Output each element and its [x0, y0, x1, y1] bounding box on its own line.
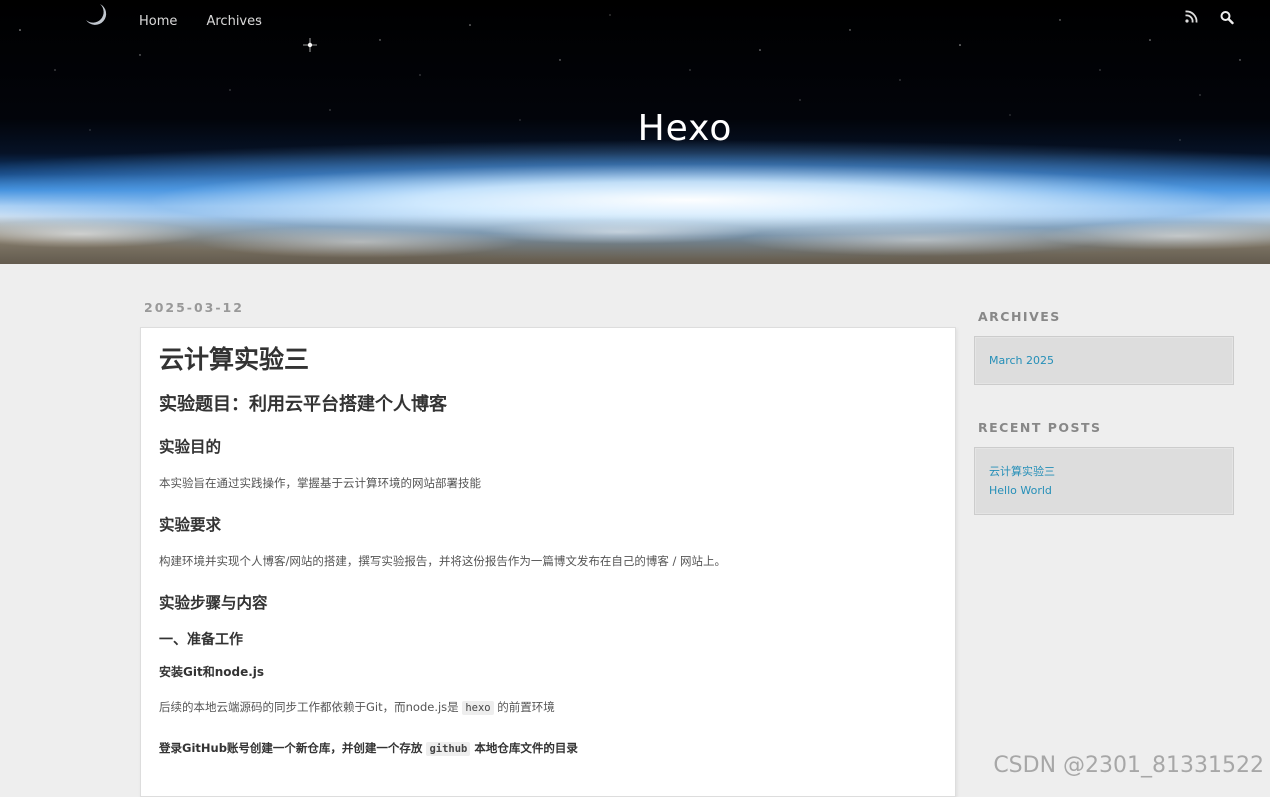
purpose-text: 本实验旨在通过实践操作，掌握基于云计算环境的网站部署技能 [159, 476, 481, 490]
rss-icon[interactable] [1184, 9, 1198, 25]
requirement-text: 构建环境并实现个人博客/网站的搭建，撰写实验报告，并将这份报告作为一篇博文发布在… [159, 554, 727, 568]
install-text-b: 的前置环境 [497, 700, 555, 714]
banner: Home Archives Hexo [0, 0, 1270, 264]
recent-posts-title: RECENT POSTS [978, 420, 1102, 435]
purpose-heading: 实验目的 [159, 438, 222, 456]
recent-posts-widget: 云计算实验三 Hello World [974, 447, 1234, 515]
recent-post-link[interactable]: Hello World [989, 481, 1219, 500]
search-icon[interactable] [1220, 9, 1234, 25]
install-heading: 安装Git和node.js [159, 665, 265, 679]
login-text-b: 本地仓库文件的目录 [474, 741, 578, 755]
cloud-layer [0, 214, 1270, 264]
post-title[interactable]: 云计算实验三 [159, 344, 937, 376]
nav-archives-link[interactable]: Archives [206, 14, 261, 29]
requirement-heading: 实验要求 [159, 516, 222, 534]
inline-code-hexo: hexo [462, 701, 494, 715]
watermark: CSDN @2301_81331522 [993, 753, 1264, 778]
install-text: 后续的本地云端源码的同步工作都依赖于Git，而node.js是 hexo 的前置… [159, 696, 937, 719]
steps-heading: 实验步骤与内容 [159, 594, 268, 612]
main-nav: Home Archives [139, 10, 286, 29]
post-article: 云计算实验三 实验题目：利用云平台搭建个人博客 实验目的 本实验旨在通过实践操作… [140, 327, 956, 797]
starfield [19, 4, 1241, 141]
post-date[interactable]: 2025-03-12 [144, 300, 956, 315]
archive-link-march-2025[interactable]: March 2025 [989, 351, 1219, 370]
nav-home-link[interactable]: Home [139, 14, 177, 29]
nav-actions [1184, 9, 1234, 25]
site-title[interactable]: Hexo [0, 108, 1270, 149]
sidebar: ARCHIVES March 2025 RECENT POSTS 云计算实验三 … [974, 300, 1234, 549]
main-content: 2025-03-12 云计算实验三 实验题目：利用云平台搭建个人博客 实验目的 … [140, 300, 956, 797]
login-text-a: 登录GitHub账号创建一个新仓库，并创建一个存放 [159, 741, 423, 755]
topic-heading: 实验题目：利用云平台搭建个人博客 [159, 394, 447, 415]
install-text-a: 后续的本地云端源码的同步工作都依赖于Git，而node.js是 [159, 700, 459, 714]
archives-title: ARCHIVES [978, 309, 1061, 324]
prep-heading: 一、准备工作 [159, 632, 243, 648]
archives-widget: March 2025 [974, 336, 1234, 385]
recent-post-link[interactable]: 云计算实验三 [989, 462, 1219, 481]
inline-code-github: github [426, 742, 471, 756]
login-text: 登录GitHub账号创建一个新仓库，并创建一个存放 github 本地仓库文件的… [159, 737, 937, 760]
